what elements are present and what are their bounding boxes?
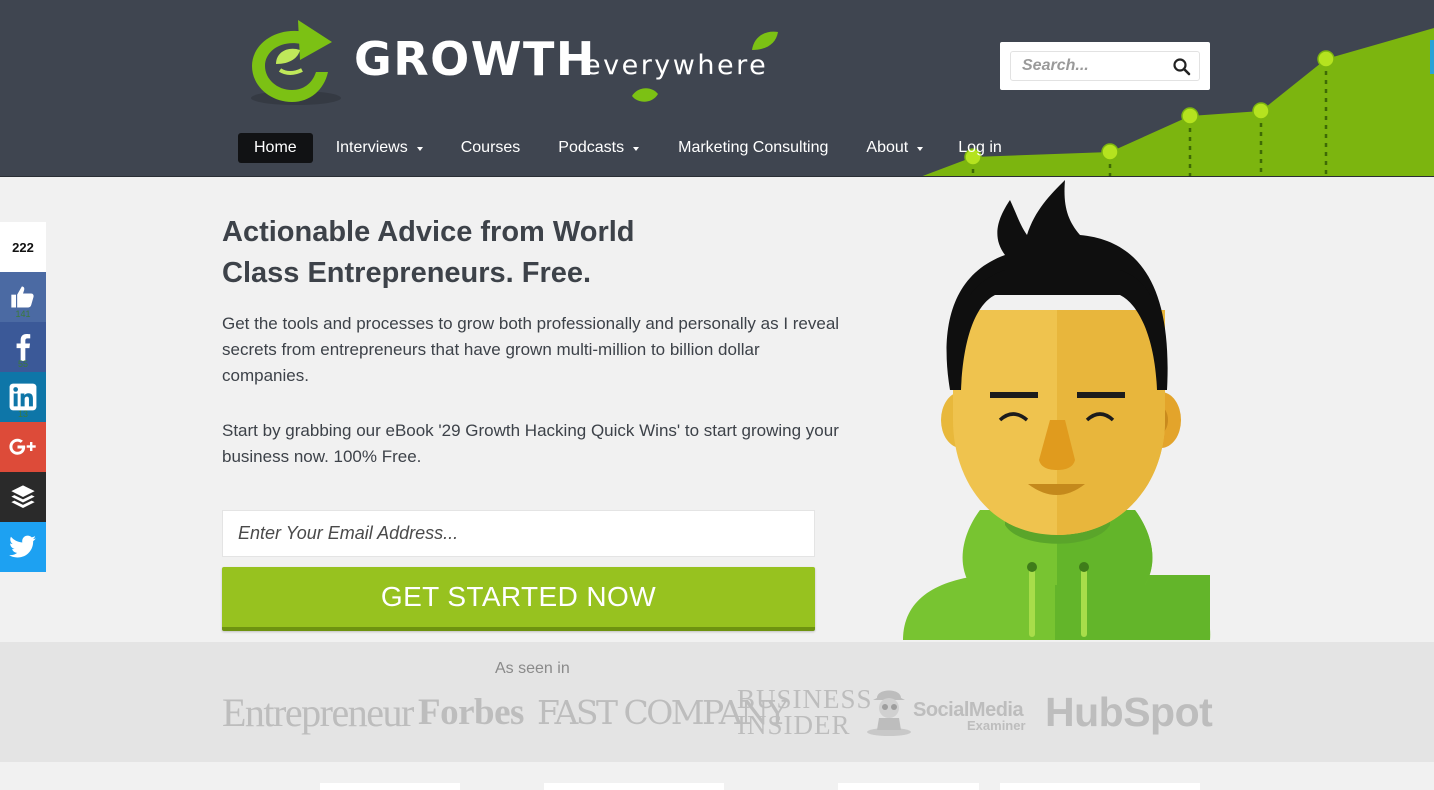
mascot-illustration bbox=[903, 180, 1211, 640]
linkedin-icon bbox=[9, 383, 37, 411]
nav-item-home[interactable]: Home bbox=[238, 133, 313, 163]
share-count: 55 bbox=[17, 359, 28, 369]
caret-down-icon bbox=[633, 146, 640, 151]
business-insider-logo: BUSINESS INSIDER bbox=[737, 682, 873, 742]
thumbs-up-icon bbox=[11, 286, 34, 308]
nav-item-label: Home bbox=[254, 139, 297, 156]
main-nav: Home Interviews Courses Podcasts Marketi… bbox=[238, 133, 1018, 163]
google-plus-share-button[interactable] bbox=[0, 422, 46, 472]
site-logo[interactable]: GROWTH everywhere bbox=[246, 14, 786, 110]
buffer-icon bbox=[11, 485, 35, 508]
nav-item-label: Podcasts bbox=[558, 139, 625, 156]
email-field[interactable] bbox=[222, 510, 815, 557]
hero-intro-text: Get the tools and processes to grow both… bbox=[222, 314, 840, 385]
caret-down-icon bbox=[416, 146, 423, 151]
logo-mark-icon bbox=[251, 20, 341, 105]
as-seen-in-section: As seen in Entrepreneur Forbes FAST COMP… bbox=[0, 642, 1434, 762]
share-count: 13 bbox=[17, 409, 28, 419]
twitter-share-button[interactable] bbox=[0, 522, 46, 572]
hero-title: Actionable Advice from World Class Entre… bbox=[222, 212, 722, 294]
search-icon[interactable] bbox=[1172, 57, 1192, 77]
leaf-icon bbox=[632, 88, 658, 102]
forbes-logo: Forbes bbox=[418, 691, 524, 733]
share-count: 141 bbox=[15, 309, 31, 319]
nav-item-label: Marketing Consulting bbox=[678, 139, 829, 156]
nav-item-label: Log in bbox=[958, 139, 1002, 156]
facebook-share-button[interactable]: 55 bbox=[0, 322, 46, 372]
caret-down-icon bbox=[917, 146, 924, 151]
hubspot-logo: HubSpot bbox=[1045, 688, 1213, 735]
explorer-mascot-icon bbox=[867, 690, 911, 736]
nav-item-interviews[interactable]: Interviews bbox=[320, 133, 439, 163]
card-preview bbox=[320, 783, 460, 790]
logo-wordmark: GROWTH bbox=[354, 32, 596, 86]
buffer-share-button[interactable] bbox=[0, 472, 46, 522]
share-total-count: 222 bbox=[0, 222, 46, 272]
hero-title-line: Class Entrepreneurs. Free. bbox=[222, 257, 592, 289]
card-preview bbox=[838, 783, 979, 790]
nav-item-marketing-consulting[interactable]: Marketing Consulting bbox=[662, 133, 844, 163]
nav-item-about[interactable]: About bbox=[850, 133, 939, 163]
nav-item-podcasts[interactable]: Podcasts bbox=[542, 133, 655, 163]
card-preview bbox=[544, 783, 724, 790]
facebook-icon bbox=[16, 334, 31, 361]
nav-item-courses[interactable]: Courses bbox=[445, 133, 537, 163]
leaf-icon bbox=[752, 31, 778, 50]
social-share-bar: 222 141 55 13 bbox=[0, 222, 46, 572]
site-header: GROWTH everywhere Home Interviews Course… bbox=[0, 0, 1434, 177]
as-seen-in-label: As seen in bbox=[495, 660, 570, 677]
examiner-text: Examiner bbox=[967, 718, 1026, 733]
nav-item-label: Interviews bbox=[335, 139, 408, 156]
search-box bbox=[1000, 42, 1210, 90]
get-started-button[interactable]: GET STARTED NOW bbox=[222, 567, 815, 631]
hero-title-line: Actionable Advice from World bbox=[222, 216, 635, 248]
nav-item-label: Courses bbox=[460, 139, 521, 156]
social-media-text: SocialMedia bbox=[913, 699, 1024, 721]
social-media-examiner-logo: SocialMedia Examiner bbox=[865, 682, 1035, 742]
nav-item-label: About bbox=[866, 139, 909, 156]
business-insider-line: INSIDER bbox=[737, 710, 851, 740]
nav-item-login[interactable]: Log in bbox=[942, 133, 1018, 163]
twitter-icon bbox=[9, 535, 36, 558]
card-preview bbox=[1000, 783, 1200, 790]
like-share-button[interactable]: 141 bbox=[0, 272, 46, 322]
entrepreneur-logo: Entrepreneur bbox=[222, 689, 414, 735]
logo-tagline: everywhere bbox=[584, 50, 769, 81]
business-insider-line: BUSINESS bbox=[737, 684, 873, 714]
hero-ebook-text: Start by grabbing our eBook '29 Growth H… bbox=[222, 421, 839, 466]
google-plus-icon bbox=[9, 438, 36, 455]
linkedin-share-button[interactable]: 13 bbox=[0, 372, 46, 422]
